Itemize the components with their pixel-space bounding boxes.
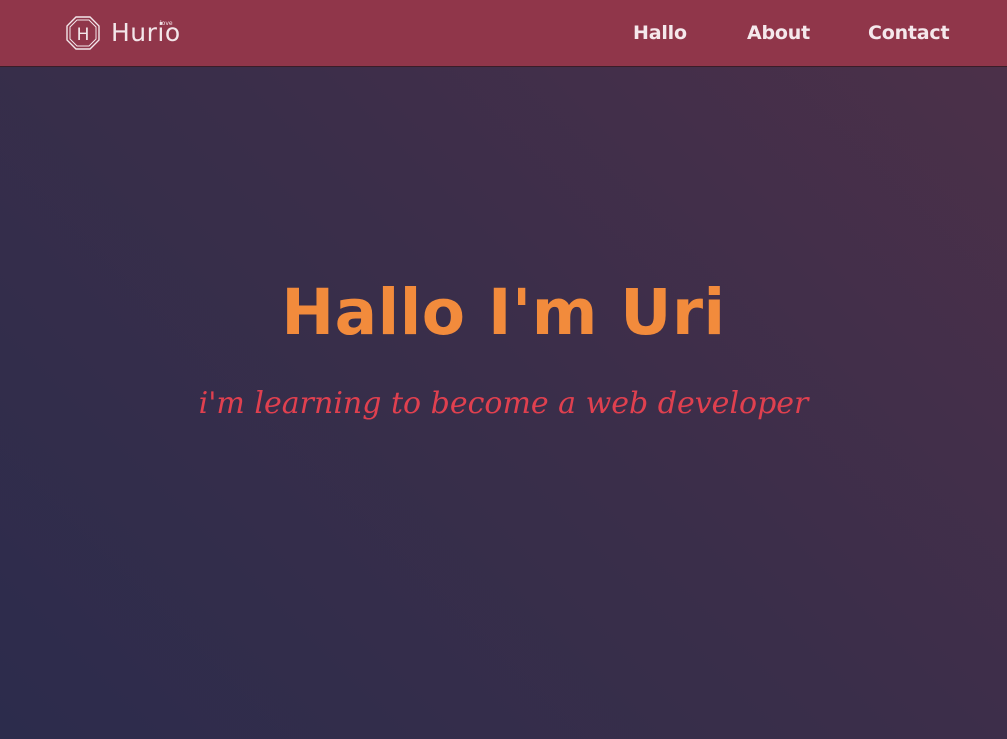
hero-subtitle: i'm learning to become a web developer <box>198 386 809 421</box>
nav-link-about[interactable]: About <box>747 20 810 46</box>
top-navigation-bar: H love Hurio Hallo About Contact <box>0 0 1007 67</box>
logo-badge-letter: H <box>77 25 90 45</box>
hero-title: Hallo I'm Uri <box>281 276 726 349</box>
logo-badge-icon: H <box>66 16 100 50</box>
nav-link-hallo[interactable]: Hallo <box>633 20 687 46</box>
site-logo[interactable]: H love Hurio <box>66 15 191 51</box>
nav-link-contact[interactable]: Contact <box>868 20 950 46</box>
logo-wordmark: Hurio <box>111 18 181 47</box>
